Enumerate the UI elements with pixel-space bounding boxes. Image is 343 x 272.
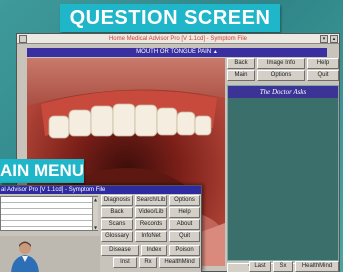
main-menu-titlebar: al Advisor Pro [V 1.1cd] - Symptom File <box>0 186 201 194</box>
scans-button[interactable]: Scans <box>101 219 133 230</box>
question-window-title: Home Medical Advisor Pro [V 1.1cd] - Sym… <box>108 36 248 42</box>
last-button[interactable]: Last <box>249 261 271 272</box>
options-menu-button[interactable]: Options <box>169 195 200 206</box>
sx-button[interactable]: Sx <box>273 261 293 272</box>
doctor-asks-panel: The Doctor Asks <box>227 85 339 261</box>
back-menu-button[interactable]: Back <box>101 207 133 218</box>
system-menu-icon[interactable] <box>19 35 27 43</box>
search-lib-button[interactable]: Search/Lib <box>135 195 167 206</box>
maximize-button[interactable]: ▴ <box>330 35 338 43</box>
inst-button[interactable]: Inst <box>113 257 137 268</box>
image-caption-bar: MOUTH OR TONGUE PAIN ▲ <box>27 48 327 57</box>
symptom-list[interactable]: ▲ ▼ <box>0 196 98 231</box>
glossary-button[interactable]: Glossary <box>101 231 133 242</box>
list-scrollbar[interactable]: ▲ ▼ <box>92 197 98 230</box>
healthmind-menu-button[interactable]: HealthMind <box>159 257 200 268</box>
main-menu-banner: AIN MENU <box>0 159 84 183</box>
scroll-down-icon[interactable]: ▼ <box>93 225 98 230</box>
doctor-asks-heading: The Doctor Asks <box>228 86 338 98</box>
list-item[interactable] <box>1 221 97 227</box>
about-button[interactable]: About <box>169 219 200 230</box>
index-button[interactable]: Index <box>141 245 167 256</box>
question-window-titlebar: Home Medical Advisor Pro [V 1.1cd] - Sym… <box>17 34 339 44</box>
question-screen-banner: QUESTION SCREEN <box>60 4 280 32</box>
diagnosis-button[interactable]: Diagnosis <box>101 195 133 206</box>
help-button[interactable]: Help <box>307 58 339 69</box>
question-side-panel: Back Image Info Help Main Options Quit T… <box>227 58 339 272</box>
healthmind-button[interactable]: HealthMind <box>295 261 339 272</box>
video-lib-button[interactable]: Video/Lib <box>135 207 167 218</box>
quit-menu-button[interactable]: Quit <box>169 231 200 242</box>
doctor-figure-area <box>0 236 100 272</box>
caret-up-icon: ▲ <box>212 49 218 55</box>
main-button[interactable]: Main <box>227 70 255 81</box>
infonet-button[interactable]: InfoNet <box>135 231 167 242</box>
image-caption: MOUTH OR TONGUE PAIN <box>136 49 212 55</box>
records-button[interactable]: Records <box>135 219 167 230</box>
options-button[interactable]: Options <box>257 70 305 81</box>
quit-button[interactable]: Quit <box>307 70 339 81</box>
minimize-button[interactable]: ▾ <box>320 35 328 43</box>
help-menu-button[interactable]: Help <box>169 207 200 218</box>
poison-button[interactable]: Poison <box>169 245 200 256</box>
back-button[interactable]: Back <box>227 58 255 69</box>
disease-button[interactable]: Disease <box>101 245 139 256</box>
image-info-button[interactable]: Image Info <box>257 58 305 69</box>
doctor-avatar-icon <box>11 241 39 272</box>
rx-button[interactable]: Rx <box>139 257 157 268</box>
main-menu-window: al Advisor Pro [V 1.1cd] - Symptom File … <box>0 185 202 272</box>
scroll-up-icon[interactable]: ▲ <box>93 197 98 202</box>
